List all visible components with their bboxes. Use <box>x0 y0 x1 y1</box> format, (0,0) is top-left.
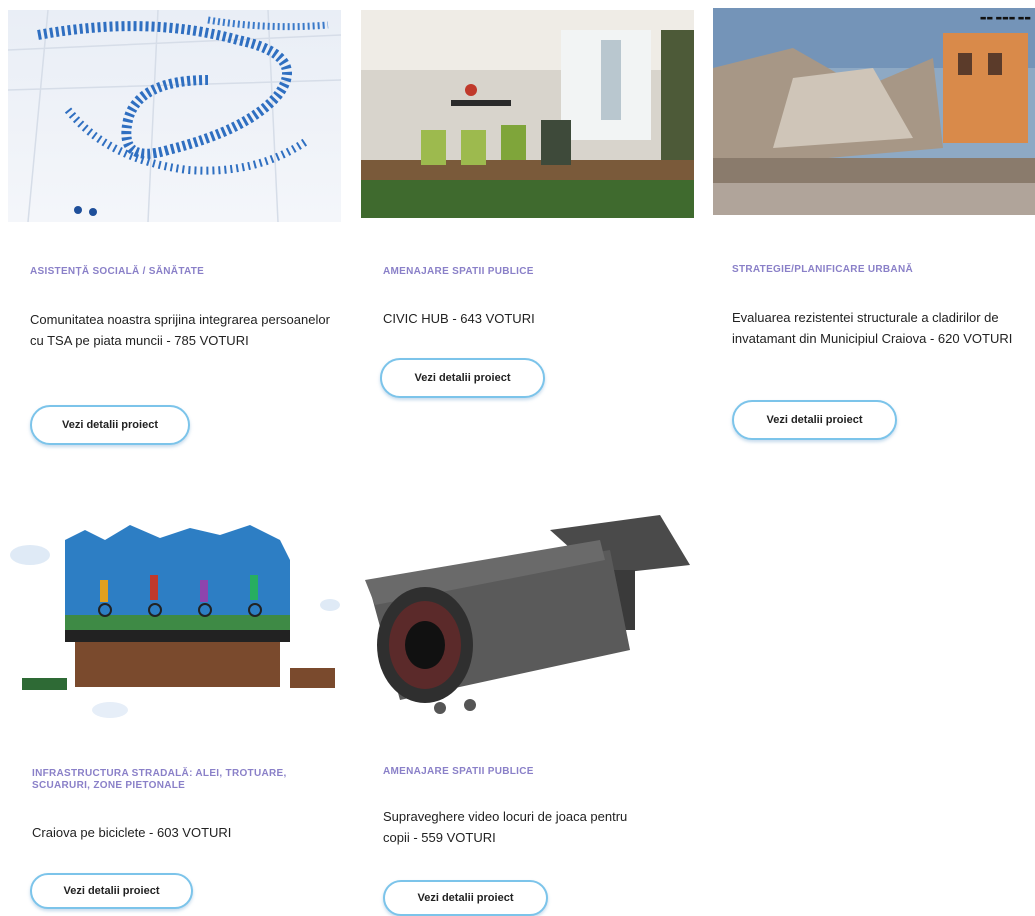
cyclists-illustration[interactable] <box>10 510 340 725</box>
project-card: ▬▬ ▬▬▬ ▬▬ STRATEGIE/PLANIFICARE URBANĂ E… <box>710 0 1035 460</box>
svg-text:▬▬ ▬▬▬ ▬▬: ▬▬ ▬▬▬ ▬▬ <box>980 14 1031 22</box>
project-title: Evaluarea rezistentei structurale a clad… <box>732 310 1013 346</box>
project-title: Comunitatea noastra sprijina integrarea … <box>30 312 330 348</box>
project-category: ASISTENȚĂ SOCIALĂ / SĂNĂTATE <box>30 266 205 277</box>
view-project-button[interactable]: Vezi detalii proiect <box>383 880 548 916</box>
view-project-button[interactable]: Vezi detalii proiect <box>380 358 545 398</box>
crowd-forming-heart-photo[interactable] <box>8 10 341 222</box>
view-project-button[interactable]: Vezi detalii proiect <box>732 400 897 440</box>
view-project-button[interactable]: Vezi detalii proiect <box>30 873 193 909</box>
project-category: STRATEGIE/PLANIFICARE URBANĂ <box>732 264 913 275</box>
view-project-button[interactable]: Vezi detalii proiect <box>30 405 190 445</box>
project-category: AMENAJARE SPATII PUBLICE <box>383 766 534 777</box>
project-category: AMENAJARE SPATII PUBLICE <box>383 266 534 277</box>
project-card: AMENAJARE SPATII PUBLICE Supraveghere vi… <box>355 490 700 916</box>
project-title: Supraveghere video locuri de joaca pentr… <box>383 809 628 845</box>
coworking-office-photo[interactable] <box>361 10 694 218</box>
security-camera-photo[interactable] <box>360 510 700 720</box>
collapsed-building-photo[interactable]: ▬▬ ▬▬▬ ▬▬ <box>713 8 1035 215</box>
project-card: AMENAJARE SPATII PUBLICE CIVIC HUB - 643… <box>355 0 700 460</box>
project-category: INFRASTRUCTURA STRADALĂ: ALEI, TROTUARE,… <box>32 768 287 791</box>
project-card: INFRASTRUCTURA STRADALĂ: ALEI, TROTUARE,… <box>0 490 345 912</box>
project-title: Craiova pe biciclete - 603 VOTURI <box>32 825 232 840</box>
project-title: CIVIC HUB - 643 VOTURI <box>383 311 535 326</box>
project-card: ASISTENȚĂ SOCIALĂ / SĂNĂTATE Comunitatea… <box>0 0 345 460</box>
